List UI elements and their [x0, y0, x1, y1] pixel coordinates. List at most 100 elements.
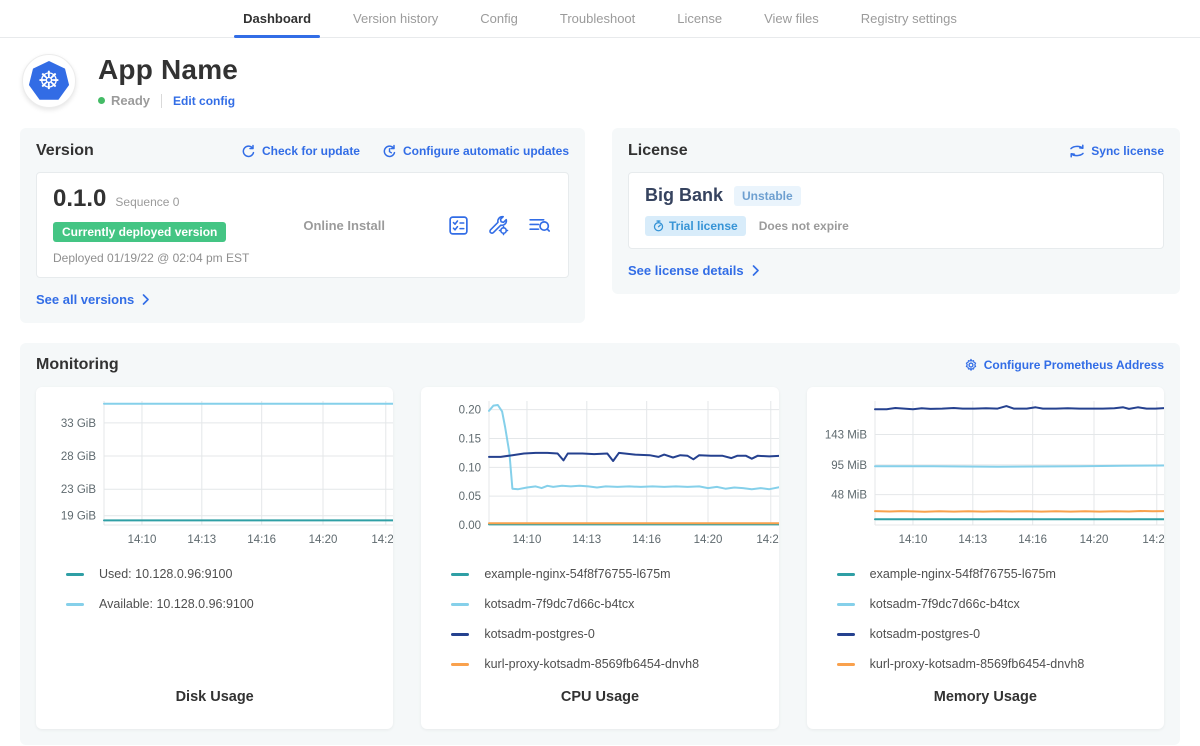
view-logs-icon[interactable] [527, 214, 552, 237]
legend-item: Available: 10.128.0.96:9100 [66, 597, 363, 611]
version-number: 0.1.0 [53, 185, 106, 213]
sequence-label: Sequence 0 [115, 195, 179, 209]
tab-dashboard[interactable]: Dashboard [222, 0, 332, 37]
legend-label: Used: 10.128.0.96:9100 [99, 567, 232, 581]
configure-prometheus-label: Configure Prometheus Address [984, 358, 1164, 372]
svg-text:14:16: 14:16 [1018, 534, 1047, 546]
edit-config-link[interactable]: Edit config [173, 94, 235, 108]
tab-label: Config [480, 11, 518, 26]
legend-swatch-icon [451, 633, 469, 636]
svg-text:14:16: 14:16 [247, 534, 276, 546]
see-license-details-link[interactable]: See license details [628, 263, 760, 278]
legend-label: example-nginx-54f8f76755-l675m [870, 567, 1056, 581]
top-nav: Dashboard Version history Config Trouble… [0, 0, 1200, 38]
legend-item: kotsadm-postgres-0 [451, 627, 748, 641]
legend-label: kurl-proxy-kotsadm-8569fb6454-dnvh8 [484, 657, 699, 671]
legend-label: kotsadm-7f9dc7d66c-b4tcx [870, 597, 1020, 611]
tab-registry-settings[interactable]: Registry settings [840, 0, 978, 37]
license-title: License [628, 142, 688, 160]
gear-icon [964, 358, 978, 372]
chart-title: Memory Usage [807, 689, 1164, 729]
svg-text:14:16: 14:16 [633, 534, 662, 546]
tab-config[interactable]: Config [459, 0, 539, 37]
legend-item: kurl-proxy-kotsadm-8569fb6454-dnvh8 [451, 657, 748, 671]
trial-license-label: Trial license [669, 219, 738, 233]
legend-swatch-icon [66, 573, 84, 576]
legend-swatch-icon [451, 663, 469, 666]
svg-text:14:23: 14:23 [371, 534, 393, 546]
svg-text:19 GiB: 19 GiB [61, 511, 96, 523]
status-badge: Ready [98, 93, 150, 108]
svg-text:0.20: 0.20 [459, 405, 481, 417]
disk-usage-chart: 14:1014:1314:1614:2014:2333 GiB28 GiB23 … [36, 391, 393, 551]
see-all-versions-label: See all versions [36, 292, 134, 307]
legend-label: kotsadm-postgres-0 [870, 627, 980, 641]
svg-text:0.10: 0.10 [459, 462, 481, 474]
legend-label: Available: 10.128.0.96:9100 [99, 597, 254, 611]
legend-item: Used: 10.128.0.96:9100 [66, 567, 363, 581]
tab-label: License [677, 11, 722, 26]
svg-text:14:13: 14:13 [187, 534, 216, 546]
tab-license[interactable]: License [656, 0, 743, 37]
svg-text:14:23: 14:23 [757, 534, 779, 546]
legend-swatch-icon [837, 573, 855, 576]
customer-name: Big Bank [645, 185, 723, 206]
legend-item: kotsadm-7f9dc7d66c-b4tcx [837, 597, 1134, 611]
tab-view-files[interactable]: View files [743, 0, 840, 37]
svg-text:48 MiB: 48 MiB [831, 490, 867, 502]
tab-troubleshoot[interactable]: Troubleshoot [539, 0, 656, 37]
configure-prometheus-link[interactable]: Configure Prometheus Address [964, 358, 1164, 372]
svg-text:14:23: 14:23 [1142, 534, 1164, 546]
check-for-update-link[interactable]: Check for update [241, 144, 360, 159]
tab-version-history[interactable]: Version history [332, 0, 459, 37]
disk-usage-legend: Used: 10.128.0.96:9100 Available: 10.128.… [36, 551, 393, 627]
version-panel: Version Check for update Configure au [20, 128, 585, 323]
svg-text:0.15: 0.15 [459, 433, 481, 445]
legend-swatch-icon [837, 663, 855, 666]
trial-license-badge: Trial license [645, 216, 746, 236]
configure-automatic-updates-link[interactable]: Configure automatic updates [382, 144, 569, 159]
install-type-label: Online Install [303, 218, 385, 233]
app-logo: ☸ [22, 54, 76, 108]
svg-text:23 GiB: 23 GiB [61, 484, 96, 496]
memory-usage-legend: example-nginx-54f8f76755-l675m kotsadm-7f… [807, 551, 1164, 687]
memory-usage-chart-card: 14:1014:1314:1614:2014:23143 MiB95 MiB48… [807, 387, 1164, 729]
legend-label: kotsadm-postgres-0 [484, 627, 594, 641]
chevron-right-icon [142, 294, 150, 305]
deployed-badge: Currently deployed version [53, 222, 226, 242]
current-version-card: 0.1.0 Sequence 0 Currently deployed vers… [36, 172, 569, 278]
legend-item: kotsadm-7f9dc7d66c-b4tcx [451, 597, 748, 611]
cpu-usage-chart: 14:1014:1314:1614:2014:230.200.150.100.0… [421, 391, 778, 551]
deployed-timestamp: Deployed 01/19/22 @ 02:04 pm EST [53, 251, 249, 265]
status-label: Ready [111, 93, 150, 108]
tab-label: Registry settings [861, 11, 957, 26]
page-title: App Name [98, 54, 238, 86]
sync-license-link[interactable]: Sync license [1069, 144, 1164, 158]
tab-label: Dashboard [243, 11, 311, 26]
clock-refresh-icon [382, 144, 397, 159]
svg-text:14:20: 14:20 [309, 534, 338, 546]
svg-text:14:20: 14:20 [694, 534, 723, 546]
preflight-checks-icon[interactable] [447, 214, 470, 237]
see-all-versions-link[interactable]: See all versions [36, 292, 150, 307]
svg-text:28 GiB: 28 GiB [61, 451, 96, 463]
legend-label: example-nginx-54f8f76755-l675m [484, 567, 670, 581]
svg-text:14:13: 14:13 [958, 534, 987, 546]
cpu-usage-legend: example-nginx-54f8f76755-l675m kotsadm-7f… [421, 551, 778, 687]
legend-item: kotsadm-postgres-0 [837, 627, 1134, 641]
legend-label: kurl-proxy-kotsadm-8569fb6454-dnvh8 [870, 657, 1085, 671]
status-dot-icon [98, 97, 105, 104]
monitoring-title: Monitoring [36, 356, 119, 374]
see-license-details-label: See license details [628, 263, 744, 278]
chart-title: CPU Usage [421, 689, 778, 729]
check-for-update-label: Check for update [262, 144, 360, 158]
legend-swatch-icon [837, 603, 855, 606]
divider [161, 94, 162, 108]
license-details-card: Big Bank Unstable Trial license Does not… [628, 172, 1164, 249]
memory-usage-chart: 14:1014:1314:1614:2014:23143 MiB95 MiB48… [807, 391, 1164, 551]
svg-text:14:10: 14:10 [898, 534, 927, 546]
refresh-icon [241, 144, 256, 159]
license-panel: License Sync license Big Bank Unstable [612, 128, 1180, 294]
edit-config-label: Edit config [173, 94, 235, 108]
config-wrench-icon[interactable] [487, 214, 510, 237]
